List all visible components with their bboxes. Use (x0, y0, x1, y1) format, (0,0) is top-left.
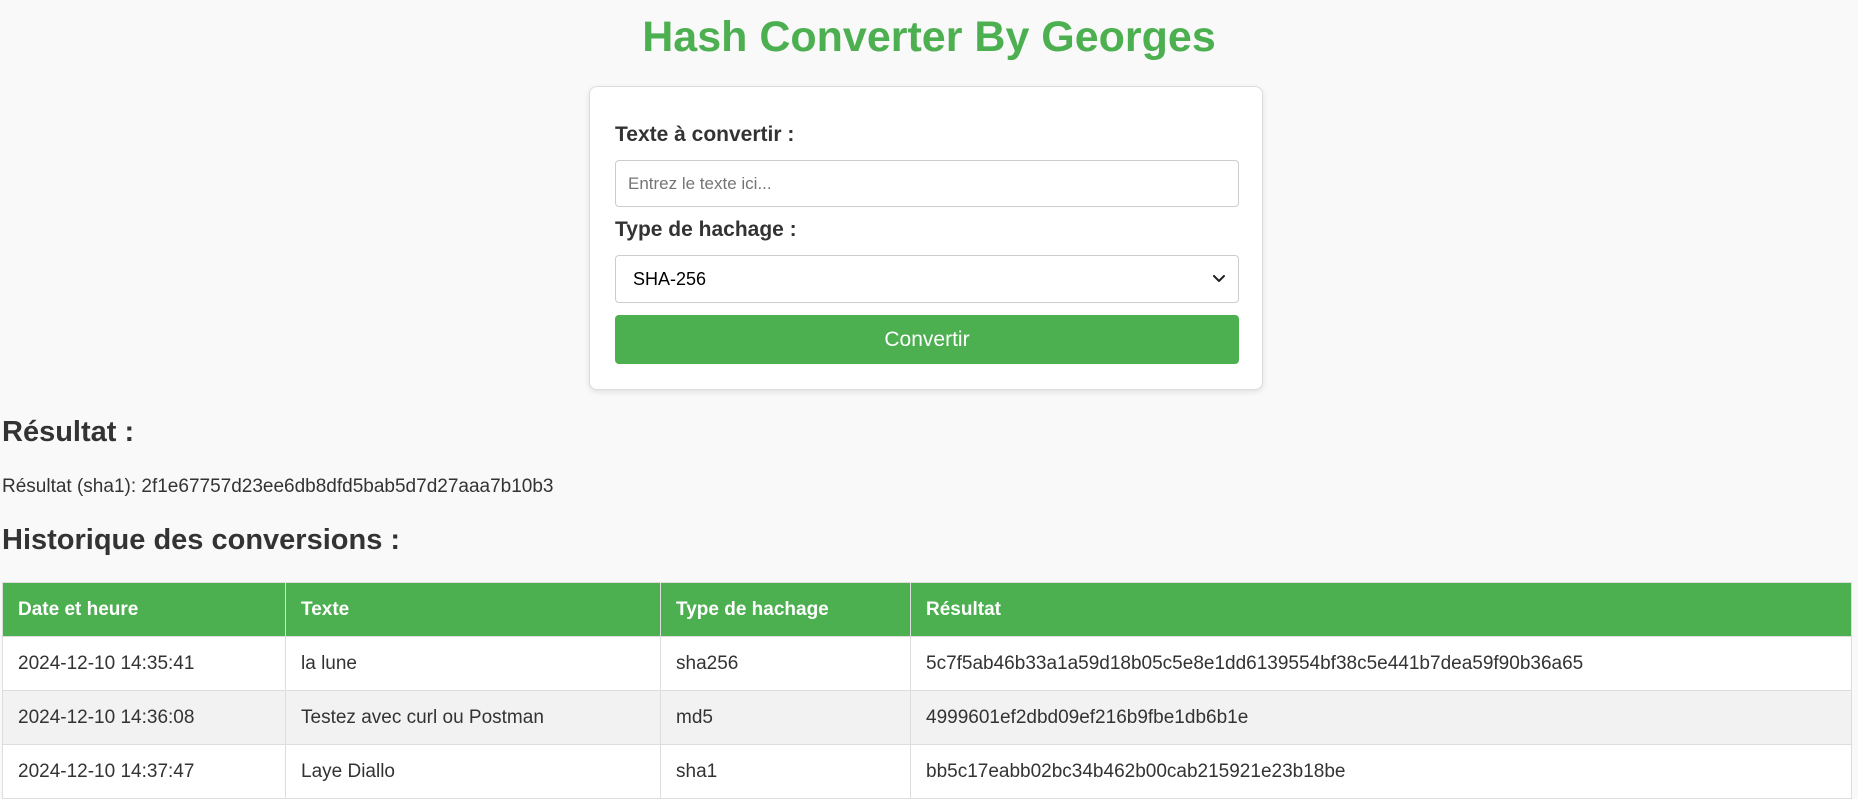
result-text: Résultat (sha1): 2f1e67757d23ee6db8dfd5b… (2, 476, 554, 497)
cell-date: 2024-12-10 14:35:41 (2, 636, 286, 691)
table-header-row: Date et heure Texte Type de hachage Résu… (2, 582, 1852, 637)
table-row: 2024-12-10 14:35:41 la lune sha256 5c7f5… (2, 636, 1852, 691)
history-table: Date et heure Texte Type de hachage Résu… (2, 582, 1852, 799)
hash-type-label: Type de hachage : (615, 218, 797, 241)
cell-hash-type: sha1 (660, 744, 911, 799)
convert-button[interactable]: Convertir (615, 315, 1239, 364)
table-row: 2024-12-10 14:37:47 Laye Diallo sha1 bb5… (2, 744, 1852, 799)
column-header-date: Date et heure (2, 582, 286, 637)
cell-hash-type: sha256 (660, 636, 911, 691)
text-input-label: Texte à convertir : (615, 123, 795, 146)
converter-form: Texte à convertir : Type de hachage : SH… (589, 86, 1263, 390)
history-heading: Historique des conversions : (2, 524, 401, 556)
column-header-result: Résultat (910, 582, 1852, 637)
cell-result: 4999601ef2dbd09ef216b9fbe1db6b1e (910, 690, 1852, 745)
cell-result: 5c7f5ab46b33a1a59d18b05c5e8e1dd6139554bf… (910, 636, 1852, 691)
column-header-text: Texte (285, 582, 661, 637)
cell-date: 2024-12-10 14:37:47 (2, 744, 286, 799)
cell-text: la lune (285, 636, 661, 691)
cell-text: Testez avec curl ou Postman (285, 690, 661, 745)
page-title: Hash Converter By Georges (642, 13, 1216, 61)
table-row: 2024-12-10 14:36:08 Testez avec curl ou … (2, 690, 1852, 745)
text-input[interactable] (615, 160, 1239, 207)
cell-text: Laye Diallo (285, 744, 661, 799)
column-header-hash-type: Type de hachage (660, 582, 911, 637)
cell-date: 2024-12-10 14:36:08 (2, 690, 286, 745)
result-heading: Résultat : (2, 416, 135, 448)
cell-hash-type: md5 (660, 690, 911, 745)
hash-type-select[interactable]: SHA-256 (615, 255, 1239, 303)
cell-result: bb5c17eabb02bc34b462b00cab215921e23b18be (910, 744, 1852, 799)
chevron-down-icon (1212, 274, 1226, 284)
hash-type-selected-value: SHA-256 (633, 268, 707, 289)
